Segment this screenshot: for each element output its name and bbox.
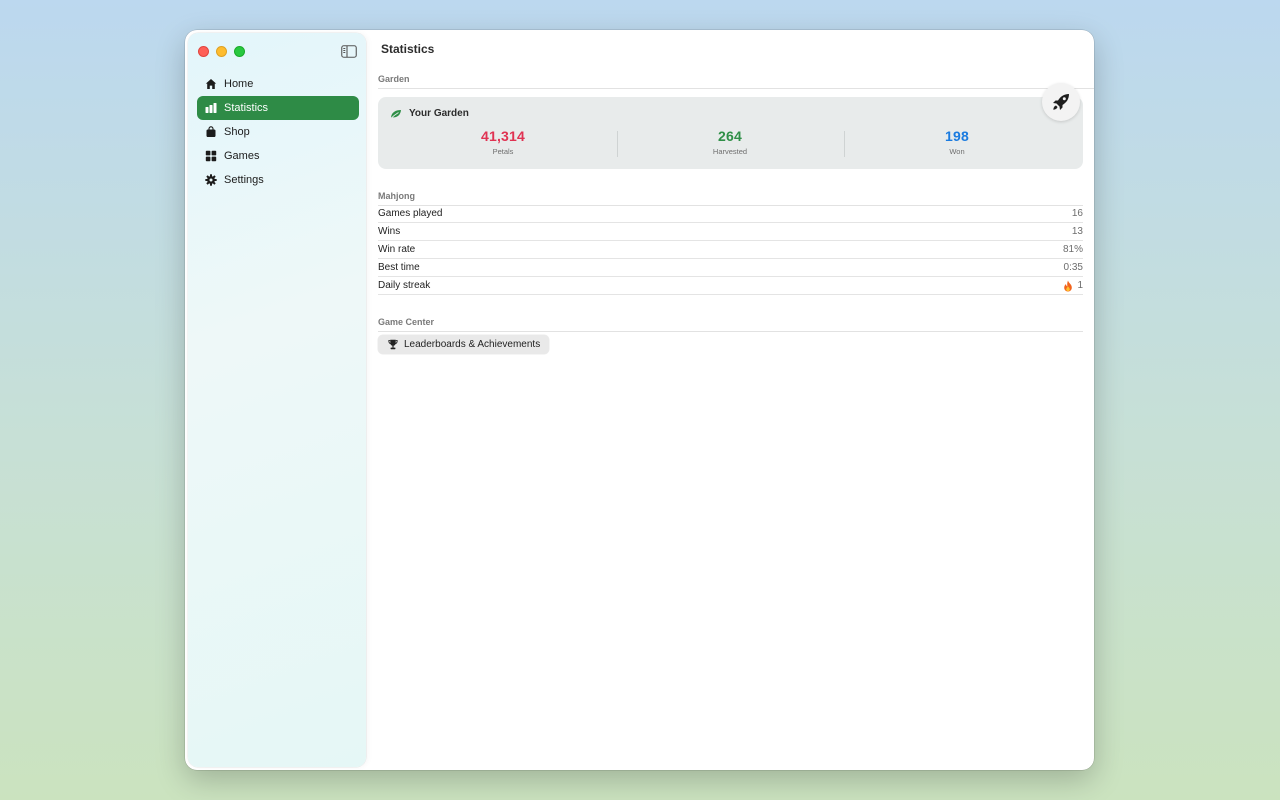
won-stat: 198 Won xyxy=(844,128,1070,156)
sidebar-item-label: Settings xyxy=(224,174,264,186)
garden-card: Your Garden 41,314 Petals 264 Harvested … xyxy=(378,97,1083,169)
petals-label: Petals xyxy=(492,147,514,156)
garden-section-label: Garden xyxy=(378,74,410,84)
petals-stat: 41,314 Petals xyxy=(390,128,616,156)
flame-icon xyxy=(1064,280,1073,291)
sidebar-item-settings[interactable]: Settings xyxy=(197,168,359,192)
sidebar-toggle-icon[interactable] xyxy=(341,45,357,58)
stat-row-daily-streak: Daily streak 1 xyxy=(378,277,1083,295)
garden-card-header: Your Garden xyxy=(390,108,469,119)
game-center-section-label: Game Center xyxy=(378,317,435,327)
harvested-stat: 264 Harvested xyxy=(617,128,843,156)
page-title: Statistics xyxy=(381,42,435,56)
stat-row-win-rate: Win rate 81% xyxy=(378,241,1083,259)
garden-card-title: Your Garden xyxy=(409,108,469,119)
trophy-icon xyxy=(388,339,398,350)
row-label: Best time xyxy=(378,262,420,273)
sidebar: Home Statistics Shop Games Settings xyxy=(188,33,366,767)
window-controls xyxy=(198,46,245,57)
rocket-icon xyxy=(1053,94,1069,110)
gear-icon xyxy=(205,174,217,186)
grid-icon xyxy=(205,150,217,162)
row-label: Games played xyxy=(378,208,443,219)
leaf-icon xyxy=(390,109,401,119)
leaderboards-button-label: Leaderboards & Achievements xyxy=(404,339,541,350)
row-value: 16 xyxy=(1071,208,1083,219)
mahjong-section-label: Mahjong xyxy=(378,191,415,201)
rocket-button[interactable] xyxy=(1042,83,1080,121)
stat-row-games-played: Games played 16 xyxy=(378,205,1083,223)
sidebar-item-label: Home xyxy=(224,78,254,90)
sidebar-item-statistics[interactable]: Statistics xyxy=(197,96,359,120)
row-value: 13 xyxy=(1071,226,1083,237)
stat-row-best-time: Best time 0:35 xyxy=(378,259,1083,277)
harvested-label: Harvested xyxy=(712,147,748,156)
mahjong-stats-list: Games played 16 Wins 13 Win rate 81% Bes… xyxy=(378,205,1083,295)
won-value: 198 xyxy=(945,128,969,144)
app-window: Home Statistics Shop Games Settings Stat… xyxy=(185,30,1094,770)
house-icon xyxy=(205,78,217,90)
row-label: Wins xyxy=(378,226,401,237)
petals-value: 41,314 xyxy=(480,128,526,144)
sidebar-nav: Home Statistics Shop Games Settings xyxy=(197,72,359,192)
garden-divider xyxy=(378,88,1094,89)
row-label: Win rate xyxy=(378,244,416,255)
sidebar-item-label: Statistics xyxy=(224,102,269,114)
sidebar-item-games[interactable]: Games xyxy=(197,144,359,168)
stat-row-wins: Wins 13 xyxy=(378,223,1083,241)
row-value: 1 xyxy=(1077,280,1083,291)
row-value-group: 1 xyxy=(1063,280,1083,292)
won-label: Won xyxy=(949,147,965,156)
leaderboards-achievements-button[interactable]: Leaderboards & Achievements xyxy=(378,335,550,354)
minimize-window-button[interactable] xyxy=(216,46,227,57)
bag-icon xyxy=(205,126,217,138)
game-center-divider xyxy=(378,331,1083,332)
sidebar-item-shop[interactable]: Shop xyxy=(197,120,359,144)
row-value: 81% xyxy=(1062,244,1083,255)
row-label: Daily streak xyxy=(378,280,431,291)
sidebar-item-home[interactable]: Home xyxy=(197,72,359,96)
sidebar-item-label: Shop xyxy=(224,126,250,138)
sidebar-item-label: Games xyxy=(224,150,260,162)
harvested-value: 264 xyxy=(718,128,742,144)
close-window-button[interactable] xyxy=(198,46,209,57)
zoom-window-button[interactable] xyxy=(234,46,245,57)
row-value: 0:35 xyxy=(1063,262,1083,273)
bar-chart-icon xyxy=(205,102,217,114)
